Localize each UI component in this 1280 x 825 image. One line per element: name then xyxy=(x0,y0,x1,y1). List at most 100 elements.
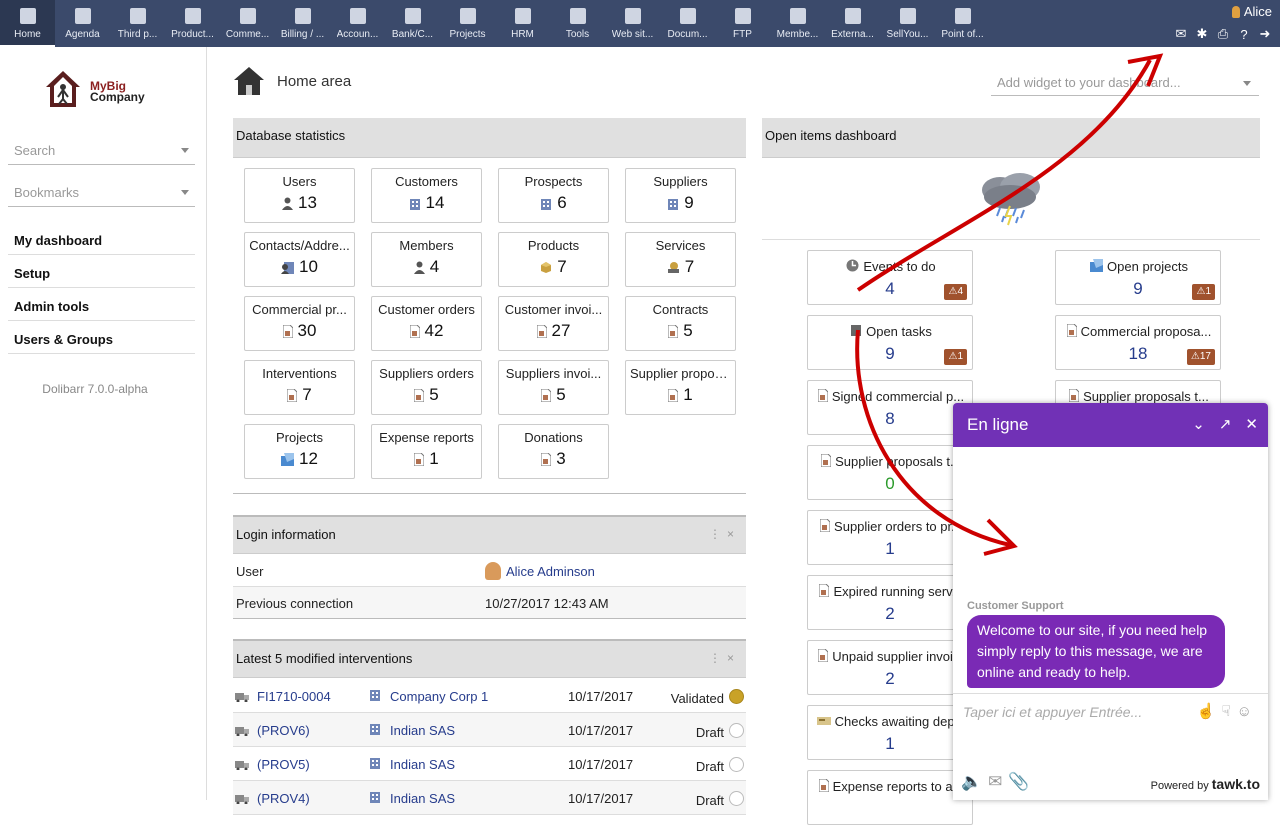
warning-badge: ⚠1 xyxy=(1192,284,1215,300)
status-indicator-icon xyxy=(729,723,744,738)
open-item-box[interactable]: Unpaid supplier invoi... 2 xyxy=(807,640,973,695)
company-link[interactable]: Indian SAS xyxy=(390,723,455,738)
emoji-icon[interactable]: ☺ xyxy=(1237,703,1258,720)
stat-box[interactable]: Services 7 xyxy=(625,232,736,287)
open-item-box[interactable]: Expired running serv... 2 xyxy=(807,575,973,630)
logout-icon[interactable]: ➜ xyxy=(1258,26,1272,41)
stat-box[interactable]: Contacts/Addre... 10 xyxy=(244,232,355,287)
stat-box[interactable]: Donations 3 xyxy=(498,424,609,479)
menu-item-sellyoursaas[interactable]: SellYou... xyxy=(880,0,935,47)
attachment-icon[interactable]: 📎 xyxy=(1008,772,1035,791)
open-item-box[interactable]: Supplier proposals t... 0 xyxy=(807,445,973,500)
sidebar-item-my-dashboard[interactable]: My dashboard xyxy=(8,227,195,255)
chevron-down-icon[interactable]: ⌄ xyxy=(1192,415,1205,433)
help-icon[interactable]: ? xyxy=(1237,27,1251,42)
db-stats-header: Database statistics xyxy=(233,118,746,158)
commercial-icon xyxy=(238,5,258,27)
thumbs-up-icon[interactable]: ☝ xyxy=(1197,703,1222,720)
stat-box[interactable]: Users 13 xyxy=(244,168,355,223)
menu-item-external[interactable]: Externa... xyxy=(825,0,880,47)
stat-box[interactable]: Suppliers orders 5 xyxy=(371,360,482,415)
open-item-box[interactable]: Events to do 4 ⚠4 xyxy=(807,250,973,305)
open-item-box[interactable]: Signed commercial p... 8 xyxy=(807,380,973,435)
stat-box[interactable]: Products 7 xyxy=(498,232,609,287)
bug-icon[interactable]: ✱ xyxy=(1195,26,1209,41)
menu-item-point-of-sale[interactable]: Point of... xyxy=(935,0,990,47)
powered-by[interactable]: Powered by tawk.to xyxy=(1151,776,1260,792)
stat-box[interactable]: Contracts 5 xyxy=(625,296,736,351)
user-menu[interactable]: Alice xyxy=(1174,4,1272,19)
stat-box[interactable]: Supplier proposal 1 xyxy=(625,360,736,415)
company-link[interactable]: Indian SAS xyxy=(390,791,455,806)
stat-box[interactable]: Commercial pr... 30 xyxy=(244,296,355,351)
add-widget-select[interactable]: Add widget to your dashboard... xyxy=(991,70,1259,96)
box-tools[interactable]: ⋮× xyxy=(709,651,740,665)
stat-box[interactable]: Customer invoi... 27 xyxy=(498,296,609,351)
stat-box[interactable]: Prospects 6 xyxy=(498,168,609,223)
document-icon xyxy=(409,324,420,338)
company-logo[interactable]: MyBig Company xyxy=(44,69,164,111)
table-row: FI1710-0004 Company Corp 1 10/17/2017 Valid… xyxy=(233,679,746,713)
menu-item-third-party[interactable]: Third p... xyxy=(110,0,165,47)
open-item-value: 1 xyxy=(885,539,895,558)
open-item-box[interactable]: Checks awaiting dep... 1 xyxy=(807,705,973,760)
stat-box[interactable]: Members 4 xyxy=(371,232,482,287)
menu-item-accounting[interactable]: Accoun... xyxy=(330,0,385,47)
stat-box[interactable]: Interventions 7 xyxy=(244,360,355,415)
menu-item-projects[interactable]: Projects xyxy=(440,0,495,47)
menu-item-product[interactable]: Product... xyxy=(165,0,220,47)
menu-item-hrm[interactable]: HRM xyxy=(495,0,550,47)
intervention-ref-link[interactable]: (PROV4) xyxy=(257,791,310,806)
chat-footer: 🔈✉📎 Powered by tawk.to xyxy=(953,731,1268,800)
stat-box[interactable]: Customers 14 xyxy=(371,168,482,223)
stat-box[interactable]: Customer orders 42 xyxy=(371,296,482,351)
menu-item-ftp[interactable]: FTP xyxy=(715,0,770,47)
open-item-box[interactable]: Open projects 9 ⚠1 xyxy=(1055,250,1221,305)
close-icon[interactable]: ✕ xyxy=(1245,415,1258,433)
document-icon xyxy=(282,324,293,338)
document-icon xyxy=(817,389,828,402)
box-tools[interactable]: ⋮× xyxy=(709,527,740,541)
company-link[interactable]: Indian SAS xyxy=(390,757,455,772)
bookmarks-select[interactable]: Bookmarks xyxy=(8,185,195,207)
open-item-box[interactable]: Supplier orders to pr... 1 xyxy=(807,510,973,565)
stat-box[interactable]: Suppliers invoi... 5 xyxy=(498,360,609,415)
sound-icon[interactable]: 🔈 xyxy=(961,772,988,791)
db-stats-title: Database statistics xyxy=(236,128,346,143)
stat-box[interactable]: Expense reports 1 xyxy=(371,424,482,479)
intervention-ref-link[interactable]: FI1710-0004 xyxy=(257,689,331,704)
email-icon[interactable]: ✉ xyxy=(988,772,1008,791)
chat-input[interactable]: Taper ici et appuyer Entrée... ☝☟☺ xyxy=(953,693,1268,731)
menu-item-commercial[interactable]: Comme... xyxy=(220,0,275,47)
menu-item-home[interactable]: Home xyxy=(0,0,55,47)
popout-icon[interactable]: ↗ xyxy=(1219,415,1232,433)
open-item-box[interactable]: Expense reports to a... xyxy=(807,770,973,825)
open-item-box[interactable]: Open tasks 9 ⚠1 xyxy=(807,315,973,370)
stat-box[interactable]: Projects 12 xyxy=(244,424,355,479)
stat-box[interactable]: Suppliers 9 xyxy=(625,168,736,223)
print-icon[interactable]: ⎙ xyxy=(1216,26,1230,41)
menu-item-billing[interactable]: Billing / ... xyxy=(275,0,330,47)
stat-value: 4 xyxy=(429,257,440,276)
document-icon xyxy=(1069,389,1080,402)
intervention-icon xyxy=(235,690,249,705)
sidebar-item-admin-tools[interactable]: Admin tools xyxy=(8,293,195,321)
open-item-box[interactable]: Commercial proposa... 18 ⚠17 xyxy=(1055,315,1221,370)
user-link[interactable]: Alice Adminson xyxy=(506,564,595,579)
menu-item-agenda[interactable]: Agenda xyxy=(55,0,110,47)
menu-item-website[interactable]: Web sit... xyxy=(605,0,660,47)
menu-item-tools[interactable]: Tools xyxy=(550,0,605,47)
chat-icon[interactable]: ✉ xyxy=(1174,26,1188,41)
intervention-ref-link[interactable]: (PROV5) xyxy=(257,757,310,772)
intervention-ref-link[interactable]: (PROV6) xyxy=(257,723,310,738)
search-select[interactable]: Search xyxy=(8,143,195,165)
sidebar-item-setup[interactable]: Setup xyxy=(8,260,195,288)
thumbs-down-icon[interactable]: ☟ xyxy=(1222,703,1237,720)
chat-header[interactable]: En ligne ⌄ ↗ ✕ xyxy=(953,403,1268,447)
menu-item-bank[interactable]: Bank/C... xyxy=(385,0,440,47)
menu-item-documents[interactable]: Docum... xyxy=(660,0,715,47)
menu-item-label: Home xyxy=(14,29,41,40)
company-link[interactable]: Company Corp 1 xyxy=(390,689,488,704)
sidebar-item-users-groups[interactable]: Users & Groups xyxy=(8,326,195,354)
menu-item-members[interactable]: Membe... xyxy=(770,0,825,47)
